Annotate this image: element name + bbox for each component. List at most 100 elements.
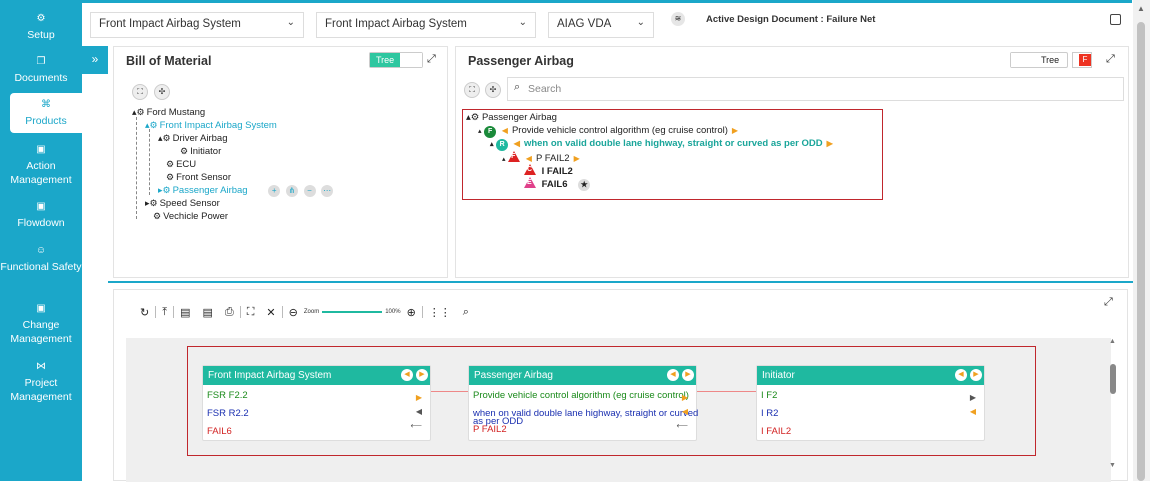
active-document-label: Active Design Document : Failure Net xyxy=(706,14,876,25)
fullscreen-icon[interactable]: ✕ xyxy=(266,306,275,319)
project-icon: ⋈ xyxy=(36,361,46,372)
collapse-all-icon[interactable]: ✣ xyxy=(485,82,501,98)
arrow-left-icon: ◀ xyxy=(501,126,508,135)
card-line: I R2 xyxy=(761,408,779,419)
fit-screen-icon[interactable]: ⛶ xyxy=(464,82,480,98)
zoom-out-icon[interactable]: ⊖ xyxy=(289,306,298,319)
search-zoom-icon[interactable]: ⌕ xyxy=(463,306,469,319)
arrow-left-icon[interactable]: ◀ xyxy=(667,369,679,381)
star-icon[interactable]: ★ xyxy=(578,179,591,191)
diagram-node-initiator[interactable]: Initiator ◀ ▶ I F2 I R2 I FAIL2 ▶ ◀ xyxy=(756,365,985,441)
tree-node-ecu[interactable]: ⚙ ECU xyxy=(166,159,196,170)
effect-triangle-icon: E xyxy=(524,177,536,188)
export-image-icon[interactable]: ▤ xyxy=(180,306,190,319)
arrow-left-icon[interactable]: ◀ xyxy=(401,369,413,381)
failure-node-root[interactable]: ▴⚙ Passenger Airbag xyxy=(466,112,557,123)
flowdown-icon: ▣ xyxy=(36,201,46,212)
arrow-left-icon[interactable]: ◀ xyxy=(955,369,967,381)
sidebar-item-functional-safety[interactable]: ☺ Functional Safety xyxy=(0,244,82,288)
failure-triangle-icon: F xyxy=(508,151,521,162)
tree-node-ford-mustang[interactable]: ▴⚙ Ford Mustang xyxy=(132,107,205,118)
fit-screen-icon[interactable]: ⛶ xyxy=(132,84,148,100)
gears-icon: ▴⚙ xyxy=(466,112,482,123)
tree-node-driver-airbag[interactable]: ▴⚙ Driver Airbag xyxy=(158,133,228,144)
gears-icon: ▸⚙ xyxy=(158,185,171,195)
diagram-node-passenger-airbag[interactable]: Passenger Airbag ◀ ▶ Provide vehicle con… xyxy=(468,365,698,441)
cause-triangle-icon: C xyxy=(524,164,536,175)
sidebar-item-setup[interactable]: ⚙ Setup xyxy=(0,12,82,42)
failure-node-requirement[interactable]: ▴ R ◀ when on valid double lane highway, … xyxy=(490,138,833,151)
change-icon: ▣ xyxy=(36,303,46,314)
grid-icon[interactable]: ⋮⋮ xyxy=(429,306,451,319)
topbar: Front Impact Airbag System ⌄ Front Impac… xyxy=(82,0,1132,46)
diagram-toolbar: ↻ ⤒ ▤ ▤ ⎙ ⛶ ✕ ⊖ Zoom 100% ⊕ ⋮⋮ ⌕ xyxy=(134,302,475,322)
sidebar-item-action-management[interactable]: ▣ Action Management xyxy=(0,143,82,187)
card-title: Front Impact Airbag System xyxy=(208,370,332,381)
chevron-down-icon: ⌄ xyxy=(518,17,527,28)
upload-icon[interactable]: ⤒ xyxy=(162,306,167,319)
expand-panel-button[interactable]: » xyxy=(82,46,108,74)
toggle-label: Tree xyxy=(370,53,401,67)
expand-icon[interactable]: ⤢ xyxy=(1106,53,1115,66)
zoom-slider[interactable] xyxy=(322,311,383,313)
product-select[interactable]: Front Impact Airbag System ⌄ xyxy=(90,12,304,38)
failure-net-panel: Passenger Airbag Tree F ⤢ ⛶ ✣ ⌕ Search ▴… xyxy=(455,46,1129,278)
arrow-left-icon: ◀ xyxy=(525,154,532,163)
zoom-in-icon[interactable]: ⊕ xyxy=(407,306,416,319)
gear-icon: ⚙ xyxy=(180,146,189,156)
copy-icon[interactable] xyxy=(1110,14,1121,25)
failure-node-function[interactable]: ▴ F ◀ Provide vehicle control algorithm (… xyxy=(478,125,738,138)
card-line: FSR F2.2 xyxy=(207,390,248,401)
failure-node-fail-parent[interactable]: ▴ F ◀ P FAIL2 ▶ xyxy=(502,151,580,164)
sidebar-item-change-management[interactable]: ▣ Change Management xyxy=(0,302,82,346)
sidebar-item-flowdown[interactable]: ▣ Flowdown xyxy=(0,200,82,230)
f-toggle[interactable]: F xyxy=(1072,52,1092,68)
fit-screen-icon[interactable]: ⛶ xyxy=(247,306,255,319)
sidebar-item-products[interactable]: ⌘ Products xyxy=(10,93,82,133)
failure-node-cause[interactable]: C I FAIL2 xyxy=(524,164,573,177)
scroll-up-icon[interactable]: ▲ xyxy=(1137,4,1145,13)
standard-select[interactable]: AIAG VDA ⌄ xyxy=(548,12,654,38)
tree-node-front-impact-airbag-system[interactable]: ▴⚙ Front Impact Airbag System xyxy=(145,120,277,131)
failure-node-effect[interactable]: E FAIL6 ★ xyxy=(524,177,591,191)
scroll-up-icon[interactable]: ▲ xyxy=(1109,338,1116,345)
diagram-scrollbar[interactable]: ▲ ▼ xyxy=(1106,338,1120,469)
sidebar-item-documents[interactable]: ❐ Documents xyxy=(0,55,82,85)
failure-tree-toggle[interactable]: Tree xyxy=(1010,52,1069,68)
card-line: P FAIL2 xyxy=(473,424,507,435)
standard-select-value: AIAG VDA xyxy=(557,18,612,30)
tree-node-initiator[interactable]: ⚙ Initiator xyxy=(180,146,221,157)
document-switch-icon[interactable]: ≋ xyxy=(671,12,685,26)
tree-node-vehicle-power[interactable]: ⚙ Vechicle Power xyxy=(153,211,228,222)
search-input[interactable]: ⌕ Search xyxy=(507,77,1124,101)
tree-node-speed-sensor[interactable]: ▸⚙ Speed Sensor xyxy=(145,198,220,209)
arrow-right-icon[interactable]: ▶ xyxy=(970,369,982,381)
tree-node-front-sensor[interactable]: ⚙ Front Sensor xyxy=(166,172,231,183)
sidebar-item-label: Flowdown xyxy=(17,217,65,229)
page-scrollbar[interactable]: ▲ xyxy=(1133,0,1150,481)
scroll-down-icon[interactable]: ▼ xyxy=(1109,462,1116,469)
sidebar-item-project-management[interactable]: ⋈ Project Management xyxy=(0,360,82,404)
expand-icon[interactable]: ⤢ xyxy=(1104,296,1113,309)
bom-tree-toggle[interactable]: Tree xyxy=(369,52,424,68)
arrow-right-icon[interactable]: ▶ xyxy=(416,369,428,381)
arrow-right-icon[interactable]: ▶ xyxy=(682,369,694,381)
expand-icon[interactable]: ⤢ xyxy=(427,53,436,66)
print-icon[interactable]: ⎙ xyxy=(225,306,234,319)
refresh-icon[interactable]: ↻ xyxy=(140,306,149,319)
export-pdf-icon[interactable]: ▤ xyxy=(203,306,213,319)
tree-node-passenger-airbag[interactable]: ▸⚙ Passenger Airbag + ⋔ − ⋯ xyxy=(158,185,334,197)
gear-icon: ⚙ xyxy=(153,211,162,221)
arrow-right-icon: ▶ xyxy=(731,126,739,135)
collapse-all-icon[interactable]: ✣ xyxy=(154,84,170,100)
action-icon: ▣ xyxy=(36,144,46,155)
add-icon[interactable]: + xyxy=(268,185,281,197)
diagram-node-front-impact[interactable]: Front Impact Airbag System ◀ ▶ FSR F2.2 … xyxy=(202,365,431,441)
system-select[interactable]: Front Impact Airbag System ⌄ xyxy=(316,12,536,38)
hierarchy-icon[interactable]: ⋔ xyxy=(285,185,298,197)
card-line: FSR R2.2 xyxy=(207,408,249,419)
card-line: Provide vehicle control algorithm (eg cr… xyxy=(473,390,689,401)
diagram-canvas[interactable]: Front Impact Airbag System ◀ ▶ FSR F2.2 … xyxy=(126,338,1111,482)
more-icon[interactable]: ⋯ xyxy=(321,185,334,197)
remove-icon[interactable]: − xyxy=(303,185,316,197)
